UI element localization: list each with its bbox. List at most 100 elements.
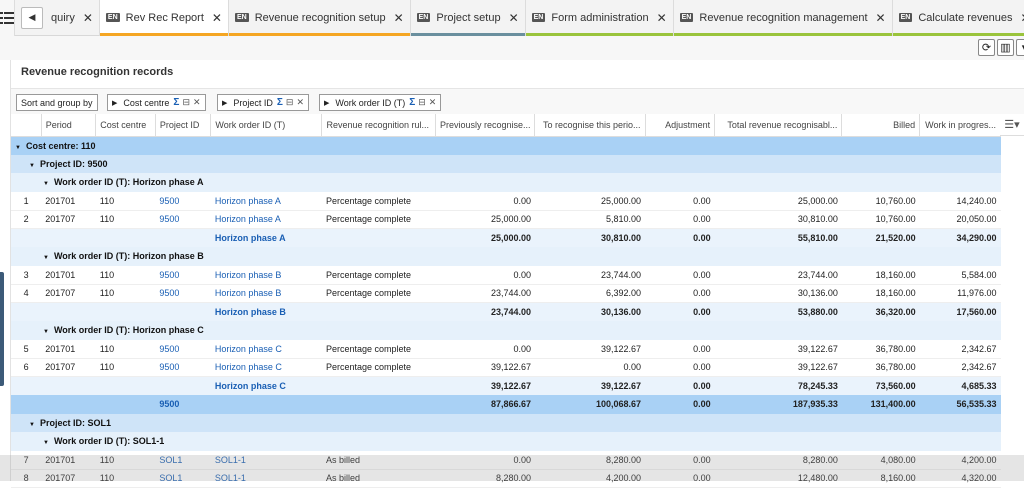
cell-link[interactable]: Horizon phase C [215,344,282,354]
dropdown-icon[interactable]: ▾ [1016,39,1024,56]
tab-calculate-revenues[interactable]: EN Calculate revenues ✕ [892,0,1024,36]
column-header[interactable]: Project ID [155,114,212,137]
arrow-icon: ▶ [324,99,330,107]
tab-form-administration[interactable]: EN Form administration ✕ [525,0,674,36]
column-header[interactable]: Previously recognise... [435,114,536,137]
close-icon[interactable]: ✕ [83,11,93,25]
collapse-arrow-icon[interactable]: ▼ [43,255,49,261]
close-icon[interactable]: ✕ [509,11,519,25]
collapse-arrow-icon[interactable]: ▼ [15,145,21,151]
column-header[interactable]: Billed [841,114,921,137]
cell: 17,560.00 [956,307,997,317]
cell: 23,744.00 [600,269,642,280]
column-header[interactable]: Work in progres... [919,114,1001,137]
group-project-id-chip[interactable]: ▶ Project ID Σ ⊟ ✕ [217,94,310,111]
subtotal-row: Horizon phase B 23,744.00 30,136.00 0.00 53,… [11,302,1001,321]
cell-link[interactable]: 9500 [159,196,179,206]
cell: 3 [23,269,29,280]
collapse-icon: ⊟ [182,97,190,107]
column-header[interactable]: Cost centre [95,114,156,137]
tab-revenue-recognition-management[interactable]: EN Revenue recognition management ✕ [673,0,893,36]
column-header[interactable]: To recognise this perio... [534,114,646,137]
tab-rev-rec-report[interactable]: EN Rev Rec Report ✕ [99,0,229,36]
cell-link[interactable]: Horizon phase A [215,233,286,243]
menu-grid-icon[interactable] [0,0,15,36]
cell-link[interactable]: 9500 [159,270,179,280]
cell: 0.00 [623,362,642,373]
cell: 110 [99,288,115,299]
cell: Percentage complete [325,195,412,206]
refresh-icon[interactable]: ⟳ [978,39,995,56]
cell: 5,810.00 [605,214,642,225]
cell-link[interactable]: Horizon phase C [215,362,282,372]
column-header[interactable] [11,114,42,137]
close-icon[interactable]: ✕ [876,11,886,25]
language-badge: EN [679,13,694,22]
table-row: 5 201701 110 9500 Horizon phase C Percentage … [11,339,1001,359]
cell-link[interactable]: Horizon phase A [215,214,281,224]
group-row[interactable]: ▼ Work order ID (T): Horizon phase C [11,321,1001,340]
cell: 18,160.00 [875,269,916,280]
cell: 201707 [45,362,76,373]
cell-link[interactable]: 9500 [159,288,179,298]
subtotal-row: Horizon phase C 39,122.67 39,122.67 0.00 78,… [11,376,1001,395]
close-icon[interactable]: ✕ [1021,11,1024,25]
cell-link[interactable]: Horizon phase B [215,307,286,317]
cell: Percentage complete [325,343,412,354]
tab-label: Calculate revenues [918,11,1013,24]
column-header[interactable]: Adjustment [645,114,716,137]
cell: 30,136.00 [600,307,642,317]
group-row[interactable]: ▼ Work order ID (T): SOL1-1 [11,432,1001,451]
sum-icon: Σ [173,97,180,108]
cell-link[interactable]: 9500 [159,399,179,409]
group-row[interactable]: ▼ Project ID: 9500 [11,154,1001,173]
cell-link[interactable]: Horizon phase C [215,381,286,391]
column-header[interactable]: Period [41,114,97,137]
close-icon[interactable]: ✕ [212,11,222,25]
group-row[interactable]: ▼ Cost centre: 110 [11,136,1001,155]
group-work-order-chip[interactable]: ▶ Work order ID (T) Σ ⊟ ✕ [319,94,442,111]
group-cost-centre-chip[interactable]: ▶ Cost centre Σ ⊟ ✕ [107,94,206,111]
group-row[interactable]: ▼ Work order ID (T): Horizon phase A [11,173,1001,192]
cell: 6 [23,362,29,373]
cell: 14,240.00 [956,195,997,206]
side-panel-handle[interactable] [0,272,4,386]
cell: 25,000.00 [490,214,531,225]
tab-quiry[interactable]: ◀ quiry ✕ [15,0,100,36]
cell: 5 [23,343,29,354]
cell-link[interactable]: Horizon phase B [215,270,282,280]
column-header[interactable]: Work order ID (T) [210,114,323,137]
cell: 0.00 [693,214,711,225]
column-menu-icon[interactable]: ☰▾ [1000,114,1024,136]
cell: 39,122.67 [797,343,838,354]
table-row: 3 201701 110 9500 Horizon phase B Percentage … [11,265,1001,285]
tab-project-setup[interactable]: EN Project setup ✕ [410,0,526,36]
collapse-arrow-icon[interactable]: ▼ [43,440,49,446]
column-header[interactable]: Revenue recognition rul... [321,114,436,137]
cell-link[interactable]: Horizon phase A [215,196,281,206]
sort-group-button[interactable]: Sort and group by [16,94,98,111]
cell-link[interactable]: 9500 [159,214,179,224]
cell: 78,245.33 [797,381,838,391]
collapse-arrow-icon[interactable]: ▼ [43,329,49,335]
cell: 110 [99,195,115,206]
arrow-icon: ▶ [112,99,118,107]
collapse-arrow-icon[interactable]: ▼ [43,181,49,187]
cell-link[interactable]: 9500 [159,362,179,372]
cell: 87,866.67 [490,399,531,410]
group-label: Cost centre: 110 [25,140,96,151]
close-icon[interactable]: ✕ [657,11,667,25]
split-view-icon[interactable]: ▥ [997,39,1014,56]
language-badge: EN [416,13,431,22]
scroll-left-icon[interactable]: ◀ [21,6,43,29]
arrow-icon: ▶ [222,99,228,107]
group-row[interactable]: ▼ Work order ID (T): Horizon phase B [11,247,1001,266]
group-row[interactable]: ▼ Project ID: SOL1 [11,413,1001,432]
column-header[interactable]: Total revenue recognisabl... [714,114,843,137]
collapse-arrow-icon[interactable]: ▼ [29,163,35,169]
collapse-arrow-icon[interactable]: ▼ [29,422,35,428]
close-icon[interactable]: ✕ [394,11,404,25]
cell-link[interactable]: Horizon phase B [215,288,282,298]
cell-link[interactable]: 9500 [159,344,179,354]
tab-revenue-recognition-setup[interactable]: EN Revenue recognition setup ✕ [228,0,411,36]
